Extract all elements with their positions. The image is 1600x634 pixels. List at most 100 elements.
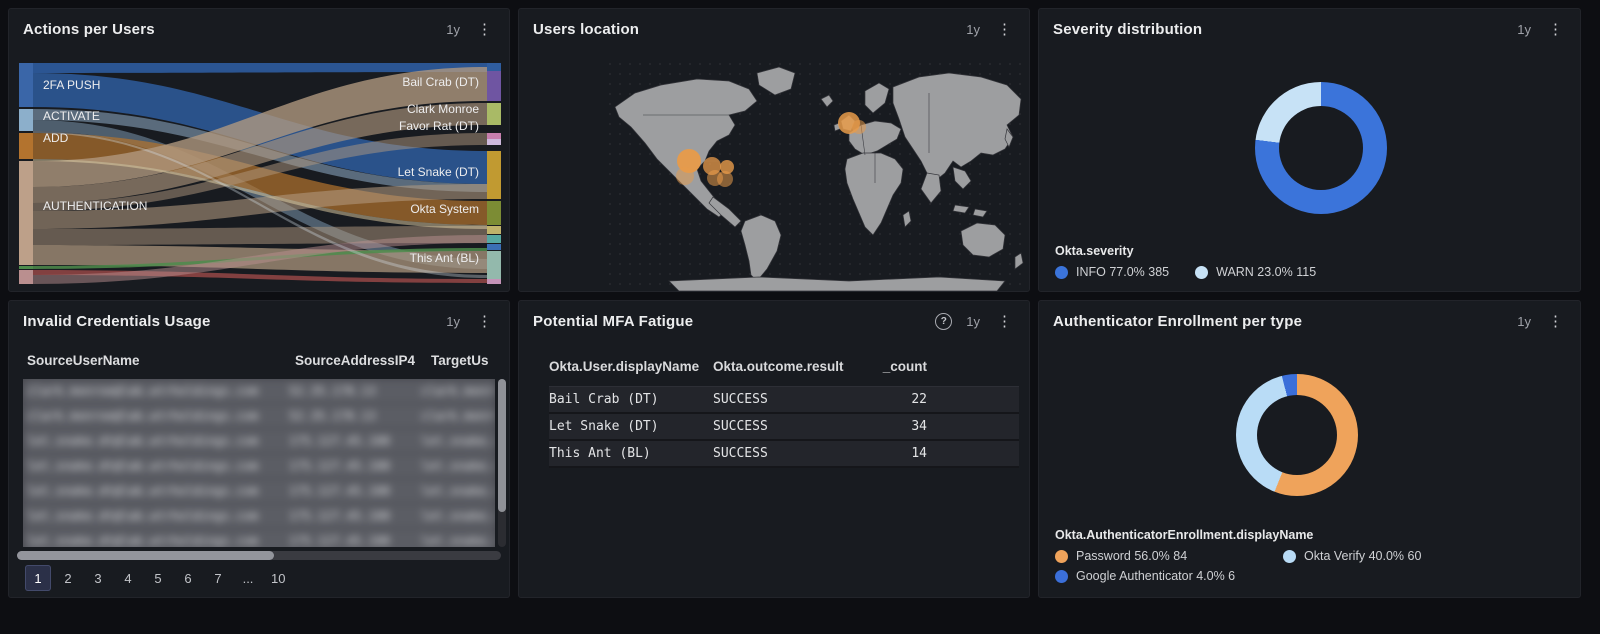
table-row: clark.monroe@lab.wtrholdings.com 52.35.1… [23,404,495,429]
cell-target-user: let.snake.d [421,534,495,547]
legend-items: INFO 77.0% 385 WARN 23.0% 115 [1055,265,1316,279]
cell-count: 22 [911,392,927,407]
location-marker[interactable] [852,120,866,134]
legend-item[interactable]: INFO 77.0% 385 [1055,265,1169,279]
cell-source-user: clark.monroe@lab.wtrholdings.com [27,384,259,398]
column-header-outcome[interactable]: Okta.outcome.result [713,359,859,374]
horizontal-scrollbar[interactable] [17,551,501,560]
table-row: Bail Crab (DT) SUCCESS 22 [549,387,1019,414]
page-button[interactable]: 10 [265,565,291,591]
panel-title: Actions per Users [23,20,155,38]
page-button[interactable]: 1 [25,565,51,591]
column-header-display-name[interactable]: Okta.User.displayName [549,359,713,374]
panel-title: Invalid Credentials Usage [23,312,211,330]
legend-dot-icon [1055,569,1068,583]
page-button[interactable]: 6 [175,565,201,591]
table-row: This Ant (BL) SUCCESS 14 [549,441,1019,468]
legend-item-label: Google Authenticator 4.0% 6 [1076,569,1236,583]
legend-item[interactable]: Google Authenticator 4.0% 6 [1055,569,1283,583]
column-header-count[interactable]: _count [859,359,927,374]
panel-title: Potential MFA Fatigue [533,312,694,330]
legend-dot-icon [1283,549,1296,563]
cell-source-ip: 175.127.45.188 [289,534,391,547]
time-range-label: 1y [1517,21,1531,37]
page-button[interactable]: 3 [85,565,111,591]
severity-legend: Okta.severity INFO 77.0% 385 WARN 23.0% … [1055,244,1316,279]
cell-source-ip: 52.35.178.13 [289,409,376,423]
page-button[interactable]: 4 [115,565,141,591]
panel-header: Users location 1y ⋮ [519,9,1029,49]
table-header-row: Okta.User.displayName Okta.outcome.resul… [549,353,1019,386]
table-row: Let Snake (DT) SUCCESS 34 [549,414,1019,441]
svg-text:AUTHENTICATION: AUTHENTICATION [43,199,147,213]
kebab-menu-icon[interactable]: ⋮ [994,312,1015,331]
kebab-menu-icon[interactable]: ⋮ [1545,20,1566,39]
legend-dot-icon [1195,265,1209,279]
vertical-scrollbar[interactable] [498,379,506,547]
pagination: 1 2 3 4 5 6 7 ... 10 [25,565,291,591]
cell-source-ip: 175.127.45.188 [289,509,391,523]
location-marker[interactable] [676,167,694,185]
horizontal-scrollbar-thumb[interactable] [17,551,274,560]
page-button[interactable]: 5 [145,565,171,591]
legend-title: Okta.severity [1055,244,1134,258]
svg-text:ACTIVATE: ACTIVATE [43,109,100,123]
svg-text:Bail Crab (DT): Bail Crab (DT) [402,75,479,89]
table-header-row: SourceUserName SourceAddressIP4 TargetUs… [27,353,489,368]
panel-title: Users location [533,20,640,38]
cell-source-ip: 175.127.45.188 [289,484,391,498]
panel-title: Severity distribution [1053,20,1203,38]
time-range-label: 1y [966,21,980,37]
table-row: clark.monroe@lab.wtrholdings.com 52.35.1… [23,379,495,404]
help-icon[interactable]: ? [935,312,953,330]
svg-text:Clark Monroe: Clark Monroe [407,102,479,116]
cell-count: 14 [911,446,927,461]
time-range-label: 1y [446,21,460,37]
column-header-source-ip[interactable]: SourceAddressIP4 [295,353,431,368]
cell-outcome: SUCCESS [713,446,768,461]
svg-text:ADD: ADD [43,131,69,145]
page-button[interactable]: 2 [55,565,81,591]
kebab-menu-icon[interactable]: ⋮ [474,312,495,331]
time-range-label: 1y [446,313,460,329]
column-header-target-user[interactable]: TargetUserNam [431,353,489,368]
legend-item[interactable]: Okta Verify 40.0% 60 [1283,549,1421,563]
kebab-menu-icon[interactable]: ⋮ [994,20,1015,39]
cell-source-user: let.snake.dt@lab.wtrholdings.com [27,534,259,547]
cell-source-user: let.snake.dt@lab.wtrholdings.com [27,484,259,498]
cell-source-ip: 175.127.45.188 [289,459,391,473]
mfa-table: Okta.User.displayName Okta.outcome.resul… [549,353,1019,468]
legend-item[interactable]: WARN 23.0% 115 [1195,265,1316,279]
cell-display-name: Let Snake (DT) [549,419,659,434]
severity-donut-chart [1255,82,1387,214]
table-row: let.snake.dt@lab.wtrholdings.com 175.127… [23,454,495,479]
panel-header: Authenticator Enrollment per type 1y ⋮ [1039,301,1580,341]
time-range-label: 1y [966,313,980,329]
vertical-scrollbar-thumb[interactable] [498,379,506,512]
legend-item-label: WARN 23.0% 115 [1216,265,1317,279]
enrollment-donut-chart [1236,374,1358,496]
column-header-source-user[interactable]: SourceUserName [27,353,295,368]
cell-source-ip: 175.127.45.188 [289,434,391,448]
panel-mfa-fatigue: Potential MFA Fatigue ? 1y ⋮ Okta.User.d… [518,300,1030,598]
page-button[interactable]: ... [235,565,261,591]
kebab-menu-icon[interactable]: ⋮ [1545,312,1566,331]
panel-actions-per-users: Actions per Users 1y ⋮ 2FA PUSH ACTIVATE A… [8,8,510,292]
page-button[interactable]: 7 [205,565,231,591]
panel-invalid-credentials: Invalid Credentials Usage 1y ⋮ SourceUse… [8,300,510,598]
panel-header: Potential MFA Fatigue ? 1y ⋮ [519,301,1029,341]
cell-target-user: clark.monro [421,384,495,398]
world-map[interactable] [609,63,1029,291]
cell-display-name: This Ant (BL) [549,446,651,461]
panel-authenticator-enrollment: Authenticator Enrollment per type 1y ⋮ O… [1038,300,1581,598]
svg-text:2FA PUSH: 2FA PUSH [43,78,100,92]
time-range-label: 1y [1517,313,1531,329]
legend-item[interactable]: Password 56.0% 84 [1055,549,1283,563]
cell-target-user: let.snake.d [421,459,495,473]
blurred-rows: clark.monroe@lab.wtrholdings.com 52.35.1… [23,379,495,547]
location-marker[interactable] [720,160,734,174]
kebab-menu-icon[interactable]: ⋮ [474,20,495,39]
cell-target-user: let.snake.d [421,434,495,448]
panel-header: Actions per Users 1y ⋮ [9,9,509,49]
table-row: let.snake.dt@lab.wtrholdings.com 175.127… [23,429,495,454]
